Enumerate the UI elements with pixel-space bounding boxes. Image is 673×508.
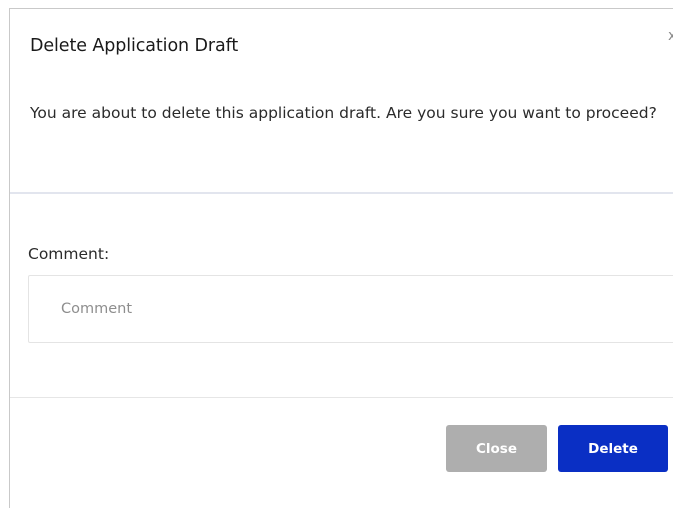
footer-divider — [10, 397, 673, 398]
delete-draft-dialog: x Delete Application Draft You are about… — [9, 8, 673, 508]
dialog-message: You are about to delete this application… — [30, 104, 657, 122]
close-icon[interactable]: x — [668, 29, 673, 43]
divider — [10, 192, 673, 194]
close-button[interactable]: Close — [446, 425, 547, 472]
dialog-title: Delete Application Draft — [30, 36, 239, 56]
delete-button[interactable]: Delete — [558, 425, 668, 472]
comment-label: Comment: — [28, 245, 110, 263]
comment-input[interactable] — [28, 275, 673, 343]
